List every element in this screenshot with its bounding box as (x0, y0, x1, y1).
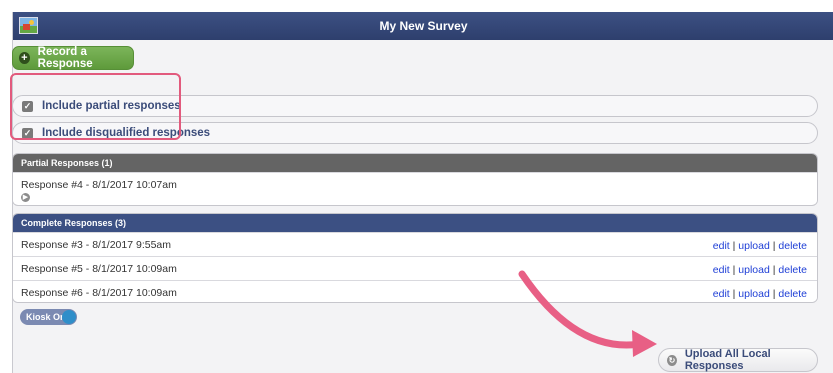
row-actions: edit | upload | delete (713, 240, 807, 252)
edit-link[interactable]: edit (713, 240, 730, 252)
response-label: Response #5 - 8/1/2017 10:09am (21, 262, 177, 275)
edit-link[interactable]: edit (713, 288, 730, 300)
upload-link[interactable]: upload (738, 264, 770, 276)
toggle-knob (62, 310, 76, 324)
record-response-label: Record a Response (37, 46, 93, 70)
delete-link[interactable]: delete (778, 288, 807, 300)
upload-all-button[interactable]: ↻ Upload All Local Responses (658, 348, 818, 372)
delete-link[interactable]: delete (778, 264, 807, 276)
response-label: Response #4 - 8/1/2017 10:07am (21, 179, 177, 191)
go-arrow-icon[interactable]: ▶ (21, 193, 30, 202)
separator: | (729, 240, 739, 252)
separator: | (729, 288, 739, 300)
record-response-button[interactable]: + Record a Response (12, 46, 134, 70)
list-item[interactable]: Response #4 - 8/1/2017 10:07am ▶ (13, 172, 817, 204)
include-partial-label: Include partial responses (42, 100, 181, 112)
kiosk-toggle[interactable]: Kiosk On (20, 309, 77, 325)
upload-link[interactable]: upload (738, 288, 770, 300)
title-bar: My New Survey (13, 12, 833, 40)
upload-link[interactable]: upload (738, 240, 770, 252)
checkbox-checked-icon[interactable]: ✓ (22, 100, 33, 112)
response-label: Response #6 - 8/1/2017 10:09am (21, 286, 177, 299)
delete-link[interactable]: delete (778, 240, 807, 252)
window-title: My New Survey (379, 19, 468, 33)
partial-responses-panel: Partial Responses (1) Response #4 - 8/1/… (12, 153, 818, 206)
upload-circle-icon: ↻ (667, 354, 677, 366)
row-actions: edit | upload | delete (713, 264, 807, 276)
include-partial-option[interactable]: ✓ Include partial responses (12, 95, 818, 117)
row-actions: edit | upload | delete (713, 288, 807, 300)
response-label: Response #3 - 8/1/2017 9:55am (21, 238, 172, 251)
kiosk-toggle-label: Kiosk On (26, 312, 66, 322)
partial-responses-header: Partial Responses (1) (13, 154, 817, 172)
include-disqualified-option[interactable]: ✓ Include disqualified responses (12, 122, 818, 144)
list-item: Response #6 - 8/1/2017 10:09am edit | up… (13, 280, 817, 302)
list-item: Response #5 - 8/1/2017 10:09am edit | up… (13, 256, 817, 280)
list-item: Response #3 - 8/1/2017 9:55am edit | upl… (13, 232, 817, 256)
complete-responses-panel: Complete Responses (3) Response #3 - 8/1… (12, 213, 818, 303)
edit-link[interactable]: edit (713, 264, 730, 276)
upload-all-label: Upload All Local Responses (684, 348, 771, 372)
plus-circle-icon: + (19, 52, 30, 64)
separator: | (729, 264, 739, 276)
complete-responses-header: Complete Responses (3) (13, 214, 817, 232)
checkbox-checked-icon[interactable]: ✓ (22, 127, 33, 139)
include-disqualified-label: Include disqualified responses (42, 127, 211, 139)
